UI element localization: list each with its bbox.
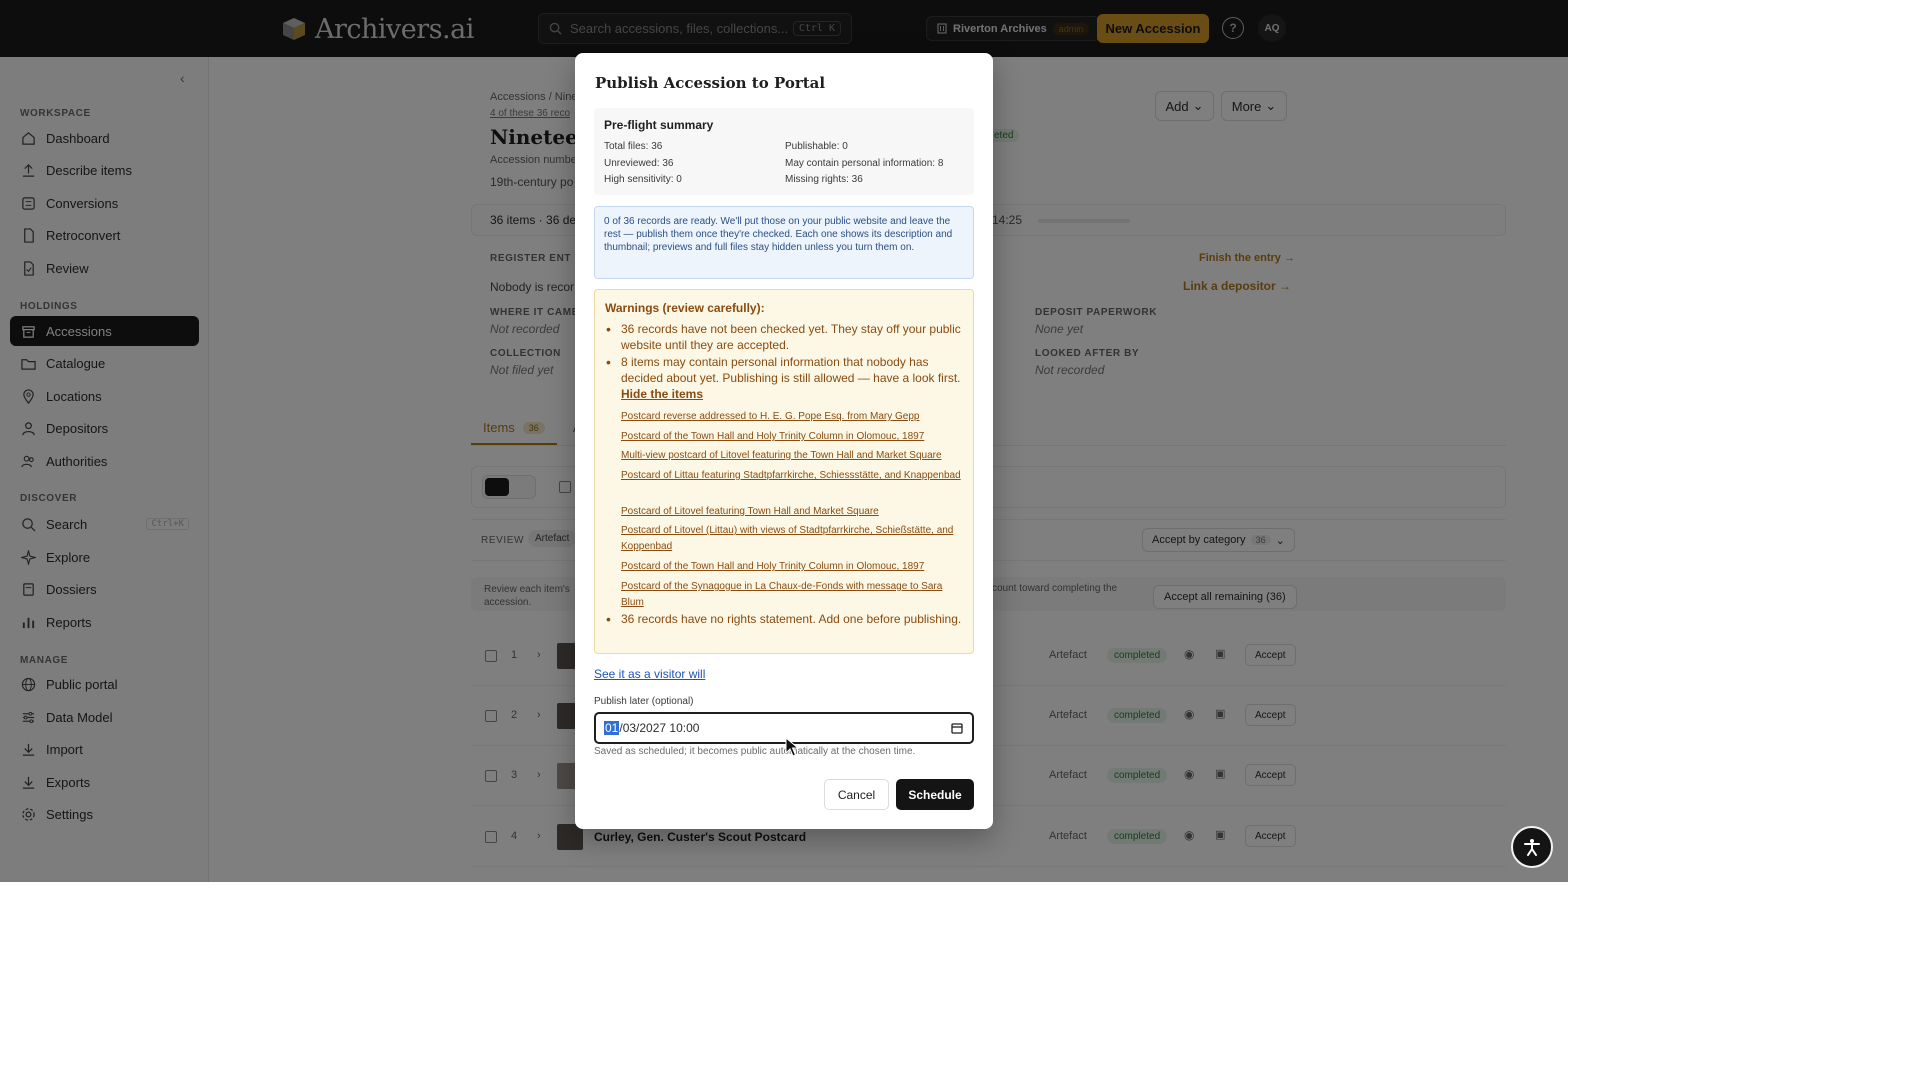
- dialog-title: Publish Accession to Portal: [595, 74, 826, 92]
- preview-as-visitor-link[interactable]: See it as a visitor will: [594, 667, 705, 681]
- stat-personal-info: May contain personal information: 8: [785, 158, 944, 169]
- accessibility-button[interactable]: [1511, 826, 1553, 868]
- datetime-rest[interactable]: /03/2027 10:00: [619, 721, 699, 735]
- preflight-title: Pre-flight summary: [604, 118, 714, 132]
- stat-unreviewed: Unreviewed: 36: [604, 158, 674, 169]
- mouse-cursor-icon: [785, 737, 799, 757]
- accessibility-icon: [1524, 839, 1540, 856]
- flagged-item-link[interactable]: Postcard of the Synagogue in La Chaux-de…: [621, 579, 963, 611]
- hide-items-link[interactable]: Hide the items: [621, 387, 703, 401]
- warnings-panel: Warnings (review carefully): 36 records …: [594, 289, 974, 654]
- cancel-button[interactable]: Cancel: [824, 779, 889, 810]
- flagged-item-link[interactable]: Multi-view postcard of Litovel featuring…: [621, 448, 963, 464]
- flagged-item-link[interactable]: Postcard of the Town Hall and Holy Trini…: [621, 429, 963, 445]
- publish-datetime-input[interactable]: 01 /03/2027 10:00: [594, 712, 974, 744]
- flagged-item-link[interactable]: Postcard of Litovel (Littau) with views …: [621, 523, 963, 555]
- publish-accession-dialog: Publish Accession to Portal Pre-flight s…: [575, 53, 993, 829]
- publish-later-help: Saved as scheduled; it becomes public au…: [594, 746, 916, 757]
- warning-personal-text: 8 items may contain personal information…: [621, 355, 961, 385]
- datetime-day-segment[interactable]: 01: [604, 721, 620, 735]
- warning-unchecked: 36 records have not been checked yet. Th…: [606, 321, 963, 353]
- preflight-summary: Pre-flight summary Total files: 36 Unrev…: [594, 108, 974, 195]
- publish-later-label: Publish later (optional): [594, 696, 694, 707]
- calendar-icon[interactable]: [951, 722, 963, 734]
- stat-missing-rights: Missing rights: 36: [785, 174, 863, 185]
- publish-info-message: 0 of 36 records are ready. We'll put tho…: [594, 206, 974, 279]
- flagged-item-link[interactable]: Postcard reverse addressed to H. E. G. P…: [621, 409, 963, 425]
- stat-publishable: Publishable: 0: [785, 141, 848, 152]
- warning-personal-info: 8 items may contain personal information…: [606, 354, 963, 402]
- flagged-item-link[interactable]: Postcard of the Town Hall and Holy Trini…: [621, 559, 963, 575]
- stat-high-sensitivity: High sensitivity: 0: [604, 174, 682, 185]
- schedule-button[interactable]: Schedule: [896, 779, 974, 810]
- flagged-item-link[interactable]: Postcard of Litovel featuring Town Hall …: [621, 504, 963, 520]
- stat-total-files: Total files: 36: [604, 141, 663, 152]
- warnings-title: Warnings (review carefully):: [605, 301, 765, 315]
- warning-no-rights: 36 records have no rights statement. Add…: [606, 611, 963, 627]
- flagged-item-link[interactable]: Postcard of Littau featuring Stadtpfarrk…: [621, 468, 963, 484]
